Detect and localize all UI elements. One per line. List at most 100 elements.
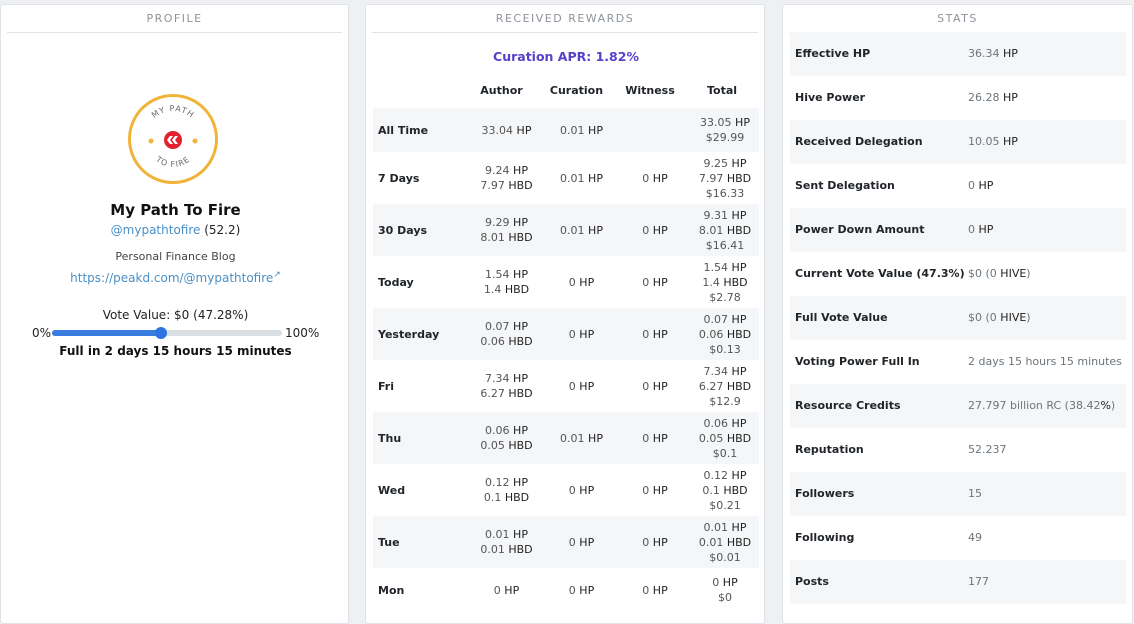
witness-cell: 0 HP xyxy=(619,464,691,516)
amount-unit: HP xyxy=(513,372,528,385)
stat-label: Reputation xyxy=(795,443,864,456)
stat-row: Followers 15 xyxy=(790,472,1126,516)
amount-unit: HBD xyxy=(508,179,533,192)
amount-unit: HP xyxy=(652,583,668,597)
hive-logo-icon: MY PATH TO FIRE xyxy=(148,104,198,169)
stat-row: Hive Power 26.28 HP xyxy=(790,76,1126,120)
amount-value: $2.78 xyxy=(709,290,741,304)
curation-cell: 0.01 HP xyxy=(544,108,619,152)
stat-value-unit: HP xyxy=(978,223,994,236)
amount-value: 0.12 xyxy=(703,468,729,482)
profile-title: PROFILE xyxy=(7,5,342,33)
svg-text:MY PATH: MY PATH xyxy=(150,104,196,120)
amount-value: $0.1 xyxy=(712,446,738,460)
stat-value-number: 49 xyxy=(968,531,982,544)
amount-unit: HP xyxy=(579,483,595,497)
amount-unit: HP xyxy=(652,535,668,549)
amount-value: 9.29 xyxy=(485,216,510,229)
amount-unit: HBD xyxy=(726,223,752,237)
stat-label: Effective HP xyxy=(795,47,871,60)
amount-value: $12.9 xyxy=(709,394,741,408)
stat-value-unit: HP xyxy=(978,179,994,192)
amount-value: $0.01 xyxy=(709,550,741,564)
amount-unit: HP xyxy=(652,223,668,237)
profile-website[interactable]: https://peakd.com/@mypathtofire↗ xyxy=(1,270,350,285)
amount-value: 0 xyxy=(642,327,650,341)
amount-unit: HBD xyxy=(508,543,533,556)
amount-value: 0.06 xyxy=(698,327,724,341)
amount-value: 0.12 xyxy=(485,476,510,489)
amount-unit: HP xyxy=(504,583,520,597)
amount-unit: HP xyxy=(652,379,668,393)
stat-value-unit: HP xyxy=(1003,91,1018,104)
total-cell: 0.07 HP 0.06 HBD $0.13 xyxy=(691,308,759,360)
amount-value: 0 xyxy=(568,327,576,341)
amount-value: 0 xyxy=(642,379,650,393)
amount-unit: HP xyxy=(516,123,532,137)
vote-slider-thumb[interactable] xyxy=(154,327,167,339)
stat-value-number: 52.237 xyxy=(968,443,1007,456)
amount-unit: HP xyxy=(731,156,747,170)
amount-value: 7.97 xyxy=(480,179,505,192)
amount-value: 0 xyxy=(642,223,650,237)
rewards-row-label: Today xyxy=(378,275,414,289)
vote-slider[interactable] xyxy=(52,327,282,339)
amount-unit: HP xyxy=(722,576,738,589)
amount-unit: HBD xyxy=(726,379,752,393)
rewards-row-label: All Time xyxy=(373,108,469,152)
vote-value: Vote Value: $0 (47.28%) xyxy=(102,308,249,322)
stat-label: Followers xyxy=(795,487,855,500)
amount-value: 0.1 xyxy=(702,483,720,497)
witness-cell: 0 HP xyxy=(619,516,691,568)
stat-value: 2 days 15 hours 15 minutes xyxy=(968,340,1122,384)
curation-cell: 0.01 HP xyxy=(544,152,619,204)
profile-avatar[interactable]: MY PATH TO FIRE xyxy=(128,94,218,184)
rewards-row: Thu 0.06 HP 0.05 HBD 0.01 HP 0 HP 0.06 HP 0.05… xyxy=(373,412,759,464)
amount-value: 0.01 xyxy=(698,535,724,549)
profile-handle-line: @mypathtofire (52.2) xyxy=(1,223,350,237)
profile-website-link[interactable]: https://peakd.com/@mypathtofire xyxy=(70,271,273,285)
rewards-row-label: Wed xyxy=(378,483,406,497)
stat-value: $0 (0 HIVE) xyxy=(968,296,1031,340)
stat-row: Voting Power Full In 2 days 15 hours 15 m… xyxy=(790,340,1126,384)
amount-value: 0.05 xyxy=(480,439,505,452)
slider-max-label: 100% xyxy=(285,326,320,340)
amount-unit: HP xyxy=(588,223,603,237)
stat-value-number: 10.05 xyxy=(968,135,1000,148)
amount-value: 0.06 xyxy=(485,424,510,437)
curation-cell: 0 HP xyxy=(544,568,619,612)
amount-unit: HP xyxy=(731,208,747,222)
witness-cell: 0 HP xyxy=(619,204,691,256)
amount-unit: HP xyxy=(731,416,747,430)
stat-label: Hive Power xyxy=(795,91,866,104)
amount-value: 6.27 xyxy=(480,387,505,400)
rewards-row-label: Fri xyxy=(378,379,395,393)
total-cell: 0.12 HP 0.1 HBD $0.21 xyxy=(691,464,759,516)
amount-unit: HP xyxy=(513,164,528,177)
col-header-total: Total xyxy=(706,84,738,97)
stat-value: 36.34 HP xyxy=(968,32,1018,76)
amount-unit: HP xyxy=(652,431,668,445)
total-cell: 7.34 HP 6.27 HBD $12.9 xyxy=(691,360,759,412)
amount-value: 0.06 xyxy=(480,335,505,348)
stat-value-unit: HIVE xyxy=(1000,311,1027,324)
stat-row: Sent Delegation 0 HP xyxy=(790,164,1126,208)
stat-value-number: 0 xyxy=(968,223,975,236)
author-cell: 0.01 HP 0.01 HBD xyxy=(469,516,544,568)
stat-value: 49 xyxy=(968,516,982,560)
stat-row: Posts 177 xyxy=(790,560,1126,604)
amount-value: 0.1 xyxy=(483,491,502,504)
amount-value: 33.05 xyxy=(700,116,732,129)
amount-value: 0.07 xyxy=(703,312,729,326)
col-header-author: Author xyxy=(480,84,523,97)
amount-unit: HP xyxy=(513,268,528,281)
amount-value: 0 xyxy=(642,431,650,445)
stat-label: Sent Delegation xyxy=(795,179,895,192)
amount-value: 0.01 xyxy=(703,520,729,534)
amount-unit: HP xyxy=(579,583,595,597)
rewards-row: Tue 0.01 HP 0.01 HBD 0 HP 0 HP 0.01 HP 0.01 HB… xyxy=(373,516,759,568)
profile-handle-link[interactable]: @mypathtofire xyxy=(111,223,201,237)
witness-cell: 0 HP xyxy=(619,256,691,308)
amount-unit: HP xyxy=(731,520,747,534)
witness-cell: 0 HP xyxy=(619,360,691,412)
